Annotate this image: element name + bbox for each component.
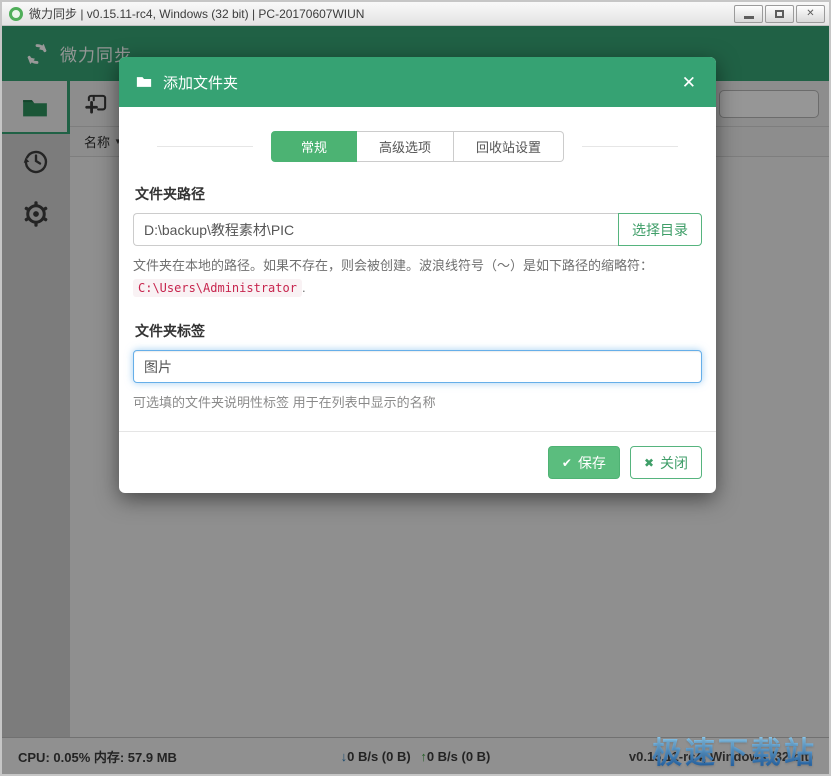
add-folder-dialog: 添加文件夹 ✕ 常规 高级选项 回收站设置 文件夹路径 选择目录 文件夹在本地的… xyxy=(119,57,716,493)
folder-path-help: 文件夹在本地的路径。如果不存在，则会被创建。波浪线符号（～）是如下路径的缩略符：… xyxy=(133,255,702,299)
app-logo-icon xyxy=(9,7,23,21)
save-button[interactable]: ✔ 保存 xyxy=(548,446,620,479)
app-window: 微力同步 | v0.15.11-rc4, Windows (32 bit) | … xyxy=(0,0,831,776)
tab-advanced[interactable]: 高级选项 xyxy=(357,131,454,162)
dialog-header: 添加文件夹 ✕ xyxy=(119,57,716,107)
close-dialog-button[interactable]: ✖ 关闭 xyxy=(630,446,702,479)
window-title: 微力同步 | v0.15.11-rc4, Windows (32 bit) | … xyxy=(29,5,734,22)
tab-recycle-bin[interactable]: 回收站设置 xyxy=(454,131,564,162)
x-icon: ✖ xyxy=(644,456,654,470)
browse-directory-button[interactable]: 选择目录 xyxy=(618,213,702,246)
save-button-label: 保存 xyxy=(578,453,606,473)
folder-path-help-text: 文件夹在本地的路径。如果不存在，则会被创建。波浪线符号（～）是如下路径的缩略符： xyxy=(133,258,653,273)
tab-general[interactable]: 常规 xyxy=(271,131,357,162)
dialog-footer: ✔ 保存 ✖ 关闭 xyxy=(119,431,716,493)
dialog-body: 常规 高级选项 回收站设置 文件夹路径 选择目录 文件夹在本地的路径。如果不存在… xyxy=(119,107,716,431)
close-icon: ✕ xyxy=(806,9,814,19)
folder-icon xyxy=(135,73,153,91)
dialog-close-icon[interactable]: ✕ xyxy=(678,72,700,93)
close-window-button[interactable]: ✕ xyxy=(796,5,825,23)
folder-label-input[interactable] xyxy=(133,350,702,383)
maximize-icon xyxy=(775,10,784,18)
check-icon: ✔ xyxy=(562,456,572,470)
close-button-label: 关闭 xyxy=(660,453,688,473)
tab-divider-right xyxy=(582,146,678,147)
help-suffix: . xyxy=(302,280,306,295)
dialog-title: 添加文件夹 xyxy=(163,72,668,93)
folder-label-label: 文件夹标签 xyxy=(135,321,700,341)
folder-path-input[interactable] xyxy=(133,213,618,246)
folder-path-label: 文件夹路径 xyxy=(135,184,700,204)
dialog-tabs: 常规 高级选项 回收站设置 xyxy=(133,131,702,162)
site-watermark: 极速下载站 xyxy=(652,728,817,772)
home-path-code: C:\Users\Administrator xyxy=(133,279,302,297)
tab-divider-left xyxy=(157,146,253,147)
folder-label-help: 可选填的文件夹说明性标签 用于在列表中显示的名称 xyxy=(133,392,702,411)
maximize-button[interactable] xyxy=(765,5,794,23)
window-titlebar: 微力同步 | v0.15.11-rc4, Windows (32 bit) | … xyxy=(2,2,829,26)
minimize-button[interactable] xyxy=(734,5,763,23)
minimize-icon xyxy=(744,16,754,19)
